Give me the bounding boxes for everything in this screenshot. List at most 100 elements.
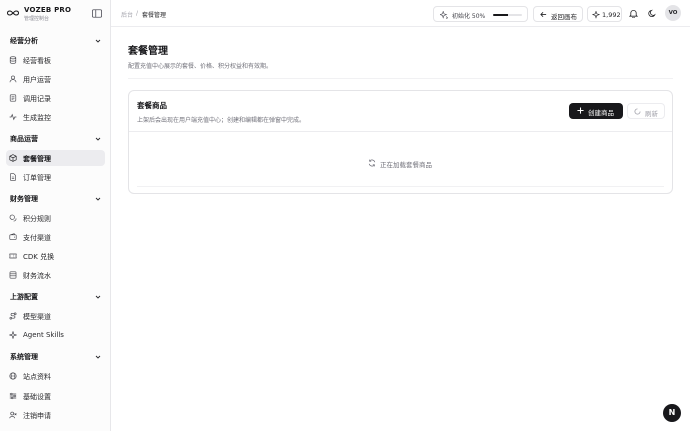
card-title: 套餐商品 — [137, 101, 167, 110]
coins-icon — [9, 214, 17, 222]
refresh-spin-icon — [368, 159, 376, 167]
sidebar-item[interactable]: 套餐管理 — [6, 150, 105, 166]
card-description: 上架后会出现在用户端充值中心；创建和编辑都在弹窗中完成。 — [137, 117, 306, 124]
wallet-icon — [9, 233, 17, 240]
ticket-icon — [9, 253, 17, 259]
list-icon — [9, 94, 17, 102]
sidebar-item[interactable]: CDK 兑换 — [6, 248, 105, 264]
init-status[interactable]: 初始化 50% — [433, 6, 528, 22]
sidebar-section-4[interactable]: 系统管理 — [0, 350, 111, 364]
sidebar-item-label: CDK 兑换 — [23, 252, 55, 261]
sparkle-icon — [9, 331, 17, 339]
sidebar-item[interactable]: 模型渠道 — [6, 308, 105, 324]
list-bottom-border — [137, 186, 664, 187]
sidebar-item-label: 模型渠道 — [23, 312, 51, 321]
database-icon — [9, 56, 17, 64]
sidebar-item[interactable]: 基础设置 — [6, 388, 105, 404]
init-label: 初始化 50% — [452, 13, 486, 20]
sidebar-section-0[interactable]: 经营分析 — [0, 34, 111, 48]
refresh-button[interactable]: 刷新 — [627, 103, 665, 119]
create-product-button[interactable]: 创建商品 — [569, 103, 623, 119]
route-icon — [9, 312, 17, 320]
avatar-initials: VO — [668, 9, 678, 16]
sidebar-section-3[interactable]: 上游配置 — [0, 290, 111, 304]
create-product-label: 创建商品 — [588, 108, 614, 117]
divider — [128, 78, 673, 79]
sidebar-section-title: 商品运营 — [10, 135, 38, 143]
brand-name: VOZEB PRO — [24, 6, 72, 14]
sidebar: VOZEB PRO 管理控制台 经营分析经营看板用户运营调用记录生成监控商品运营… — [0, 0, 111, 431]
sidebar-item[interactable]: 财务流水 — [6, 267, 105, 283]
sidebar-item[interactable]: 订单管理 — [6, 169, 105, 185]
globe-icon — [9, 372, 17, 380]
activity-icon — [9, 113, 17, 121]
sidebar-item-label: 基础设置 — [23, 392, 51, 401]
chevron-down-icon — [95, 355, 101, 359]
sidebar-item-label: 积分规则 — [23, 214, 51, 223]
chevron-down-icon — [95, 39, 101, 43]
arrow-left-icon — [540, 12, 547, 17]
breadcrumb-root[interactable]: 后台 — [121, 10, 133, 19]
init-progress-fill — [493, 13, 508, 16]
back-to-canvas-button[interactable]: 返回画布 — [533, 6, 583, 22]
chevron-down-icon — [95, 295, 101, 299]
bell-icon[interactable] — [629, 9, 638, 18]
sparkle-icon — [440, 10, 448, 19]
package-card: 套餐商品 上架后会出现在用户端充值中心；创建和编辑都在弹窗中完成。 创建商品 刷… — [128, 90, 673, 194]
sidebar-item-label: Agent Skills — [23, 330, 64, 339]
breadcrumb-separator: / — [136, 10, 139, 17]
sidebar-item-label: 支付渠道 — [23, 233, 51, 242]
receipt-icon — [9, 271, 17, 279]
user-x-icon — [9, 411, 17, 419]
page-title: 套餐管理 — [128, 46, 168, 57]
sidebar-item[interactable]: 注销申请 — [6, 407, 105, 423]
sidebar-item[interactable]: 用户运营 — [6, 71, 105, 87]
loading-text: 正在加载套餐商品 — [380, 161, 432, 169]
sidebar-item-label: 订单管理 — [23, 173, 51, 182]
top-header: 后台 / 套餐管理 初始化 50% 返回画布 1,992 VO — [111, 0, 690, 27]
back-label: 返回画布 — [551, 12, 577, 21]
sidebar-item-label: 经营看板 — [23, 56, 51, 65]
credits-badge[interactable]: 1,992 — [587, 6, 622, 22]
sidebar-section-title: 财务管理 — [10, 195, 38, 203]
floating-action-button[interactable]: N — [663, 404, 681, 422]
sidebar-item[interactable]: 站点资料 — [6, 368, 105, 384]
chevron-down-icon — [95, 197, 101, 201]
sparkles-icon — [592, 10, 600, 19]
breadcrumb-current: 套餐管理 — [142, 12, 167, 19]
package-icon — [9, 154, 17, 162]
sidebar-section-2[interactable]: 财务管理 — [0, 192, 111, 206]
credits-value: 1,992 — [602, 10, 621, 19]
brand: VOZEB PRO 管理控制台 — [0, 0, 111, 27]
sidebar-item-label: 财务流水 — [23, 271, 51, 280]
sidebar-item[interactable]: 经营看板 — [6, 52, 105, 68]
avatar[interactable]: VO — [665, 5, 681, 21]
sidebar-item[interactable]: 积分规则 — [6, 210, 105, 226]
sidebar-item[interactable]: 调用记录 — [6, 90, 105, 106]
sidebar-section-title: 上游配置 — [10, 293, 38, 301]
chevron-down-icon — [95, 137, 101, 141]
sidebar-item[interactable]: 支付渠道 — [6, 229, 105, 245]
moon-icon[interactable] — [648, 9, 657, 18]
sidebar-item-label: 调用记录 — [23, 94, 51, 103]
sidebar-section-1[interactable]: 商品运营 — [0, 132, 111, 146]
loader-icon — [634, 108, 641, 115]
sidebar-section-title: 系统管理 — [10, 353, 38, 361]
sliders-icon — [9, 392, 17, 400]
page-description: 配置充值中心展示的套餐、价格、积分权益和有效期。 — [128, 63, 273, 70]
sidebar-toggle-icon[interactable] — [92, 9, 102, 18]
user-icon — [9, 75, 17, 83]
card-separator — [129, 131, 672, 132]
sidebar-item-label: 注销申请 — [23, 411, 51, 420]
file-icon — [10, 173, 16, 181]
sidebar-item-label: 用户运营 — [23, 75, 51, 84]
sidebar-item[interactable]: Agent Skills — [6, 327, 105, 343]
sidebar-item-label: 站点资料 — [23, 372, 51, 381]
fab-label: N — [668, 407, 676, 417]
refresh-label: 刷新 — [645, 109, 658, 118]
infinity-logo-icon — [7, 10, 19, 16]
brand-subtitle: 管理控制台 — [24, 16, 50, 22]
sidebar-section-title: 经营分析 — [10, 37, 38, 45]
sidebar-item[interactable]: 生成监控 — [6, 109, 105, 125]
init-progress-bar — [493, 13, 522, 16]
